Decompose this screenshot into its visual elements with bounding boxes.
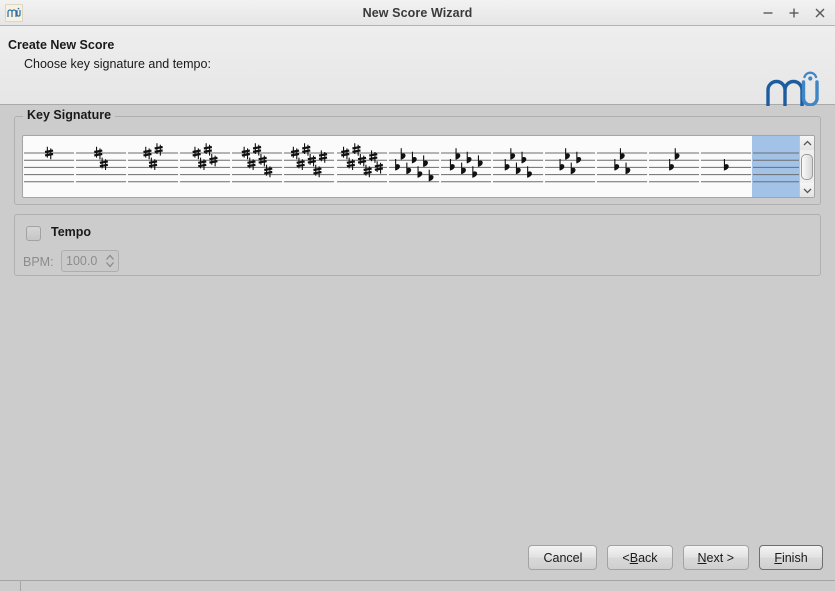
finish-button[interactable]: Finish bbox=[759, 545, 823, 570]
key-signature-option-4-flats[interactable] bbox=[544, 136, 597, 197]
button-label-text: ack bbox=[638, 550, 658, 565]
spinner-updown-icon[interactable] bbox=[102, 251, 118, 271]
wizard-header: Create New Score Choose key signature an… bbox=[0, 26, 835, 112]
key-signature-option-2-flats[interactable] bbox=[648, 136, 701, 197]
key-signature-list[interactable] bbox=[22, 135, 815, 198]
key-signature-option-1-flat[interactable] bbox=[700, 136, 753, 197]
back-button[interactable]: < Back bbox=[607, 545, 673, 570]
dialog-footer: Cancel < Back Next > Finish bbox=[0, 536, 835, 580]
key-signature-option-6-sharps[interactable] bbox=[283, 136, 336, 197]
cancel-button[interactable]: Cancel bbox=[528, 545, 598, 570]
chevron-down-icon[interactable] bbox=[800, 183, 814, 197]
key-signature-option-6-flats[interactable] bbox=[440, 136, 492, 197]
window-title: New Score Wizard bbox=[362, 5, 473, 20]
bpm-value[interactable]: 100.0 bbox=[62, 254, 102, 268]
close-icon[interactable] bbox=[813, 6, 827, 20]
minimize-icon[interactable] bbox=[761, 6, 775, 20]
key-signature-scrollbar[interactable] bbox=[799, 136, 814, 197]
key-signature-option-3-flats[interactable] bbox=[596, 136, 649, 197]
bpm-label: BPM: bbox=[23, 255, 54, 269]
title-bar: New Score Wizard bbox=[0, 0, 835, 26]
tempo-checkbox[interactable] bbox=[26, 226, 41, 241]
tempo-group: Tempo BPM: 100.0 bbox=[14, 214, 821, 276]
key-signature-option-7-sharps[interactable] bbox=[336, 136, 388, 197]
bottom-strip bbox=[0, 580, 835, 591]
button-label-mnemonic: F bbox=[774, 550, 782, 565]
button-label-text: inish bbox=[781, 550, 808, 565]
bpm-spinbox[interactable]: 100.0 bbox=[61, 250, 119, 272]
tempo-label: Tempo bbox=[51, 225, 92, 239]
key-signature-option-2-sharps[interactable] bbox=[75, 136, 128, 197]
chevron-up-icon[interactable] bbox=[800, 136, 814, 150]
key-signature-option-no-accidentals[interactable] bbox=[752, 136, 799, 197]
maximize-icon[interactable] bbox=[787, 6, 801, 20]
button-label-text: Cancel bbox=[543, 550, 583, 565]
key-signature-option-7-flats[interactable] bbox=[388, 136, 440, 197]
key-signature-group: Key Signature bbox=[14, 108, 821, 205]
key-signature-option-5-sharps[interactable] bbox=[231, 136, 284, 197]
key-signature-option-1-sharp[interactable] bbox=[23, 136, 76, 197]
key-signature-option-3-sharps[interactable] bbox=[127, 136, 180, 197]
scrollbar-thumb[interactable] bbox=[801, 154, 813, 180]
button-label-mnemonic: B bbox=[629, 550, 639, 565]
key-signature-option-4-sharps[interactable] bbox=[179, 136, 232, 197]
page-subtitle: Choose key signature and tempo: bbox=[24, 57, 211, 71]
button-label-mnemonic: N bbox=[697, 550, 707, 565]
button-label-text: ext > bbox=[706, 550, 734, 565]
dialog-body: Key Signature Tempo BPM: 100.0 bbox=[0, 106, 835, 536]
key-signature-group-label: Key Signature bbox=[23, 108, 116, 122]
dialog-button-row: Cancel < Back Next > Finish bbox=[528, 545, 823, 570]
page-title: Create New Score bbox=[8, 38, 115, 52]
next-button[interactable]: Next > bbox=[682, 545, 749, 570]
key-signature-option-5-flats[interactable] bbox=[492, 136, 544, 197]
key-signature-cells bbox=[23, 136, 799, 197]
button-label-prefix: < bbox=[622, 550, 630, 565]
